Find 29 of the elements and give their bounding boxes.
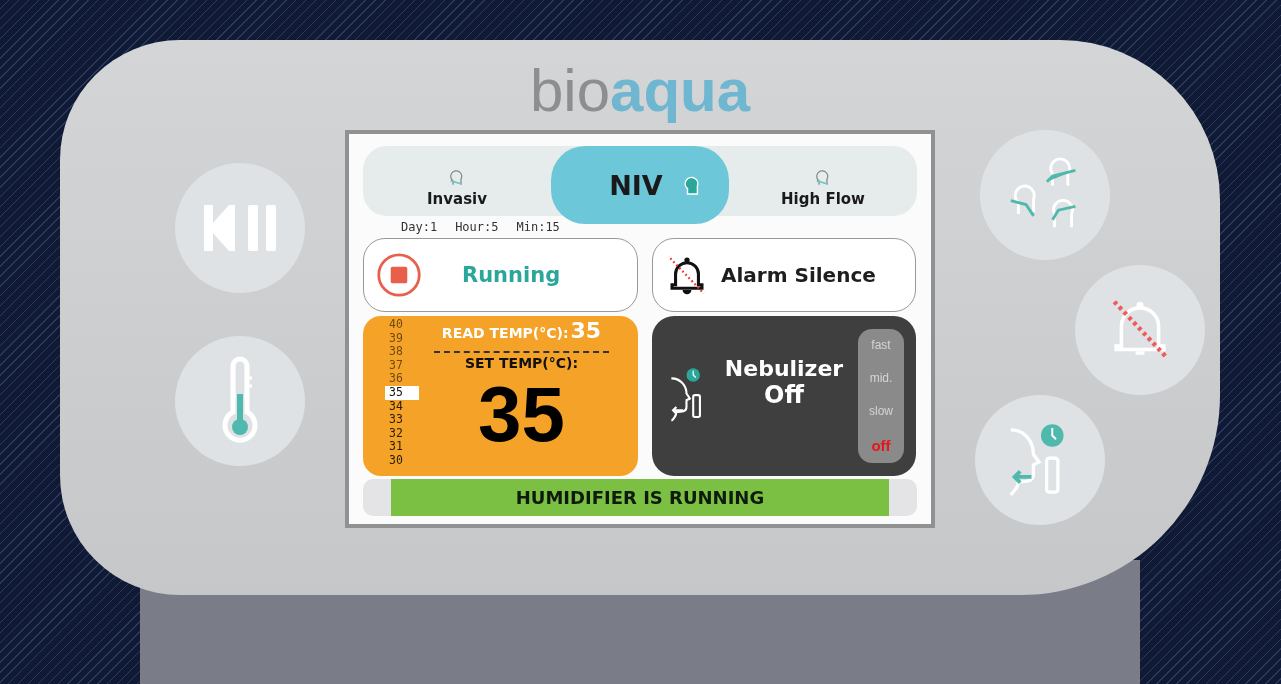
temperature-scale-number[interactable]: 35 xyxy=(385,385,419,400)
thermometer-icon xyxy=(220,356,260,446)
mode-tab[interactable]: High Flow xyxy=(729,162,917,208)
head-icon xyxy=(815,168,831,188)
temperature-scale-number[interactable]: 34 xyxy=(385,399,419,414)
timer-text: Day:1 xyxy=(401,220,438,234)
brand-logo: bioaqua xyxy=(529,56,751,126)
temperature-scale-number[interactable]: 30 xyxy=(385,453,419,468)
read-temp-value: 35 xyxy=(570,318,602,343)
stop-icon xyxy=(376,252,422,298)
head-icon xyxy=(682,174,701,196)
nebulizer-state: Off xyxy=(764,380,804,409)
temperature-scale-number[interactable]: 40 xyxy=(385,318,419,332)
temperature-scale-number[interactable]: 39 xyxy=(385,331,419,346)
temperature-scale-number[interactable]: 38 xyxy=(385,345,419,359)
temperature-scale-number[interactable]: 37 xyxy=(385,358,419,373)
mode-tab[interactable]: Invasiv xyxy=(363,162,551,208)
set-temp-label: SET TEMP(°C): xyxy=(464,355,578,371)
temperature-scale-number[interactable]: 36 xyxy=(385,372,419,386)
temperature-scale-number[interactable]: 33 xyxy=(385,413,419,427)
temperature-scale-number[interactable]: 31 xyxy=(385,440,419,454)
temperature-scale-number[interactable]: 32 xyxy=(385,426,419,441)
status-bar: HUMIDIFIER IS RUNNING xyxy=(391,479,889,516)
read-temp-label: READ TEMP(°C): xyxy=(441,325,569,341)
head-icon xyxy=(449,168,465,188)
timer-text: Hour:5 xyxy=(455,220,499,234)
set-temp-value: 35 xyxy=(478,371,565,457)
alarm-silence-button[interactable]: Alarm Silence xyxy=(652,238,916,312)
nebulizer-title: Nebulizer xyxy=(724,355,844,381)
